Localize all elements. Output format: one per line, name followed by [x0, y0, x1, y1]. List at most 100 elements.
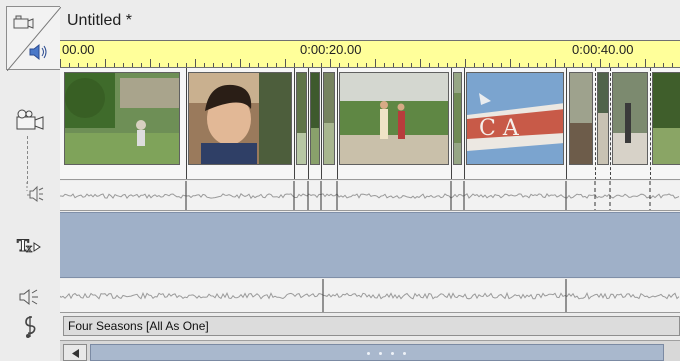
ruler-tick — [393, 63, 394, 67]
background-music-track[interactable]: Four Seasons [All As One] — [60, 314, 680, 338]
svg-text:C A: C A — [479, 116, 520, 141]
video-clip-street[interactable] — [612, 72, 648, 165]
ruler-tick — [294, 63, 295, 67]
video-camera-icon[interactable] — [12, 108, 46, 136]
ruler-tick — [150, 59, 151, 67]
ruler-tick — [420, 59, 421, 67]
video-clip-short-2[interactable] — [310, 72, 320, 165]
ruler-tick — [177, 63, 178, 67]
ruler-tick — [87, 63, 88, 67]
video-clip-short-5[interactable] — [569, 72, 593, 165]
ruler-tick — [465, 59, 466, 67]
clip-divider — [308, 68, 309, 179]
music-note-icon[interactable] — [12, 314, 46, 342]
ruler-tick — [456, 63, 457, 67]
ruler-tick — [168, 63, 169, 67]
ruler-tick — [510, 59, 511, 67]
video-audio-track[interactable] — [60, 181, 680, 211]
ruler-tick — [69, 63, 70, 67]
view-toggle-corner[interactable] — [6, 6, 61, 71]
ruler-tick — [321, 63, 322, 67]
video-clip-boy[interactable] — [188, 72, 292, 165]
video-track[interactable]: C A — [60, 68, 680, 180]
audio-speaker-icon[interactable] — [12, 283, 46, 311]
clip-divider — [566, 68, 567, 179]
ruler-tick — [96, 63, 97, 67]
ruler-tick — [645, 59, 646, 67]
title-overlay-track[interactable] — [60, 212, 680, 278]
ruler-tick — [555, 59, 556, 67]
clip-divider — [464, 68, 465, 179]
ruler-tick — [78, 63, 79, 67]
clip-divider-dashed — [595, 68, 596, 179]
ruler-tick — [546, 63, 547, 67]
clip-divider-dashed — [650, 68, 651, 179]
video-audio-waveform — [60, 181, 680, 210]
video-clip-sign[interactable]: C A — [466, 72, 564, 165]
clip-divider — [451, 68, 452, 179]
ruler-tick — [186, 63, 187, 67]
ruler-tick — [384, 63, 385, 67]
ruler-tick — [573, 63, 574, 67]
ruler-tick — [618, 63, 619, 67]
ruler-tick — [123, 63, 124, 67]
ruler-label-40s: 0:00:40.00 — [572, 42, 634, 57]
ruler-tick — [357, 63, 358, 67]
ruler-tick — [267, 63, 268, 67]
ruler-tick — [402, 63, 403, 67]
ruler-tick — [474, 63, 475, 67]
video-audio-speaker-icon[interactable] — [18, 182, 44, 204]
ruler-tick — [366, 63, 367, 67]
ruler-tick — [582, 63, 583, 67]
video-clip-garden[interactable] — [64, 72, 180, 165]
clip-divider — [294, 68, 295, 179]
project-title: Untitled * — [67, 12, 132, 29]
title-text-icon[interactable]: T x — [12, 231, 46, 259]
speaker-toggle-icon[interactable] — [27, 41, 49, 63]
clip-divider-dashed — [610, 68, 611, 179]
ruler-tick — [375, 59, 376, 67]
ruler-tick — [609, 63, 610, 67]
ruler-tick — [339, 63, 340, 67]
video-clip-walkers[interactable] — [339, 72, 449, 165]
clip-divider — [337, 68, 338, 179]
ruler-tick — [105, 59, 106, 67]
sound-effect-track[interactable] — [60, 279, 680, 313]
video-link-dashed-line — [27, 136, 28, 184]
music-clip[interactable]: Four Seasons [All As One] — [63, 316, 680, 336]
timeline-window: T x Untitled * 00.00 0:00:20.00 0:00:40.… — [0, 0, 680, 361]
thumb-grip-dot — [379, 352, 382, 355]
ruler-tick — [132, 63, 133, 67]
camera-toggle-icon[interactable] — [12, 14, 34, 32]
video-clip-short-4[interactable] — [453, 72, 462, 165]
ruler-tick — [195, 59, 196, 67]
ruler-tick — [411, 63, 412, 67]
video-clip-short-3[interactable] — [323, 72, 335, 165]
ruler-tick — [312, 63, 313, 67]
ruler-tick — [537, 63, 538, 67]
ruler-tick — [258, 63, 259, 67]
ruler-tick — [141, 63, 142, 67]
ruler-tick — [663, 63, 664, 67]
ruler-tick — [348, 63, 349, 67]
scroll-left-button[interactable] — [63, 344, 87, 361]
track-header-column: T x — [0, 0, 61, 361]
video-clip-short-6[interactable] — [597, 72, 609, 165]
ruler-tick — [60, 59, 61, 67]
ruler-label-start: 00.00 — [62, 42, 95, 57]
ruler-tick — [330, 59, 331, 67]
ruler-tick — [222, 63, 223, 67]
ruler-tick — [636, 63, 637, 67]
ruler-tick — [285, 59, 286, 67]
thumb-grip-dot — [367, 352, 370, 355]
ruler-tick — [159, 63, 160, 67]
horizontal-scrollbar[interactable] — [60, 340, 680, 361]
ruler-tick — [600, 59, 601, 67]
video-clip-tree[interactable] — [652, 72, 680, 165]
ruler-label-20s: 0:00:20.00 — [300, 42, 362, 57]
time-ruler[interactable]: 00.00 0:00:20.00 0:00:40.00 — [60, 40, 680, 68]
ruler-tick — [447, 63, 448, 67]
ruler-tick — [672, 63, 673, 67]
scroll-thumb[interactable] — [90, 344, 664, 361]
video-clip-short-1[interactable] — [296, 72, 307, 165]
